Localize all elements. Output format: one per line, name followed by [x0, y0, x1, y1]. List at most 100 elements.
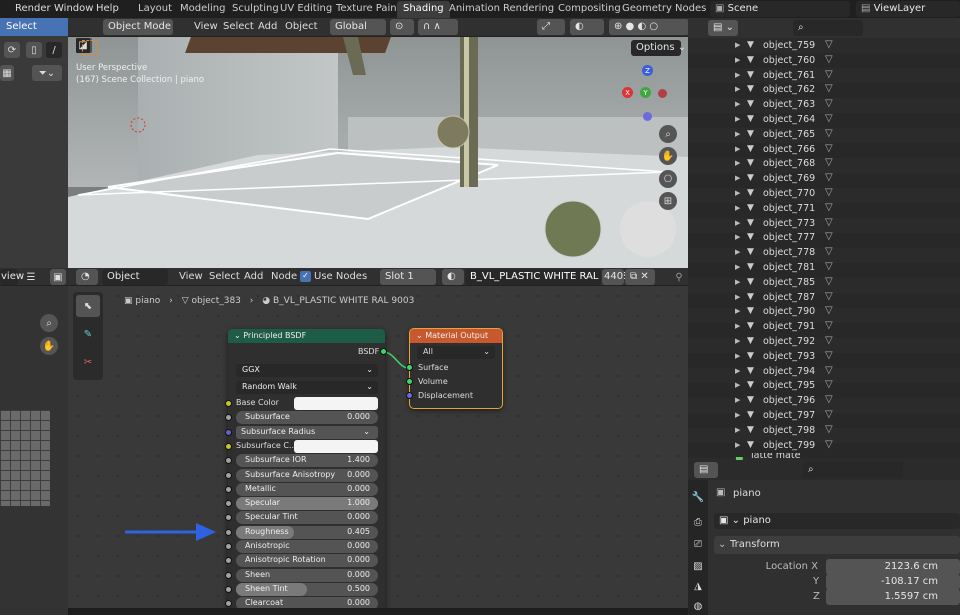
- expand-arrow-icon[interactable]: ▶: [735, 248, 740, 256]
- surface-socket[interactable]: [406, 364, 413, 371]
- mesh-data-icon[interactable]: ▽: [825, 291, 833, 302]
- color-swatch[interactable]: [294, 397, 378, 410]
- mesh-data-icon[interactable]: ▽: [825, 246, 833, 257]
- expand-arrow-icon[interactable]: ▶: [735, 204, 740, 212]
- expand-arrow-icon[interactable]: ▶: [735, 174, 740, 182]
- bsdf-input-socket[interactable]: [225, 571, 232, 579]
- outliner-item[interactable]: ▶ ▼ object_794 ▽: [695, 365, 960, 380]
- node-menu-node[interactable]: Node: [271, 271, 297, 282]
- material-users-count[interactable]: 440: [602, 269, 624, 285]
- gizmo-y-icon[interactable]: Y: [640, 87, 651, 98]
- bsdf-color-field[interactable]: Subsurface C...: [236, 439, 378, 453]
- expand-arrow-icon[interactable]: ▶: [735, 367, 740, 375]
- mesh-data-icon[interactable]: ▽: [825, 365, 833, 376]
- overlay-icon[interactable]: ◐: [570, 19, 604, 35]
- tab-rendering[interactable]: Rendering: [497, 1, 560, 18]
- expand-arrow-icon[interactable]: ▶: [735, 426, 740, 434]
- expand-arrow-icon[interactable]: ▶: [735, 145, 740, 153]
- bsdf-number-field[interactable]: Sheen Tint 0.500: [236, 582, 378, 596]
- menu-help[interactable]: Help: [96, 3, 119, 14]
- pivot-icon[interactable]: ⊙: [390, 19, 414, 35]
- world-tab-icon[interactable]: ◍: [690, 598, 706, 614]
- mesh-data-icon[interactable]: ▽: [825, 39, 833, 50]
- perspective-grid-icon[interactable]: ⊞: [659, 192, 677, 210]
- mesh-data-icon[interactable]: ▽: [825, 113, 833, 124]
- gizmo-neg-x-icon[interactable]: [658, 89, 667, 98]
- expand-arrow-icon[interactable]: ▶: [735, 411, 740, 419]
- use-nodes-checkbox[interactable]: ✓: [300, 271, 311, 282]
- outliner-item[interactable]: ▶ ▼ object_764 ▽: [695, 113, 960, 128]
- outliner-item[interactable]: ▶ ▼ object_765 ▽: [695, 128, 960, 143]
- bsdf-header[interactable]: ⌄ Principled BSDF: [228, 329, 385, 343]
- material-name-field[interactable]: B_VL_PLASTIC WHITE RAL 9003: [465, 269, 627, 285]
- filter-icon[interactable]: ⏷⌄: [32, 65, 62, 81]
- transform-orientation-dropdown[interactable]: Global: [330, 19, 386, 35]
- gizmo-x-icon[interactable]: X: [622, 87, 633, 98]
- cut-links-icon[interactable]: ✂: [76, 351, 100, 373]
- image-pan-icon[interactable]: ✋: [40, 337, 58, 355]
- expand-arrow-icon[interactable]: ▶: [735, 278, 740, 286]
- bsdf-vector-dropdown[interactable]: Subsurface Radius ⌄: [236, 425, 378, 439]
- bsdf-input-socket[interactable]: [225, 528, 232, 536]
- mesh-data-icon[interactable]: ▽: [825, 409, 833, 420]
- mesh-data-icon[interactable]: ▽: [825, 143, 833, 154]
- expand-arrow-icon[interactable]: ▶: [735, 337, 740, 345]
- expand-arrow-icon[interactable]: ▶: [735, 71, 740, 79]
- slot-dropdown[interactable]: Slot 1: [380, 269, 436, 285]
- transform-panel-header[interactable]: ⌄ Transform: [714, 536, 960, 554]
- expand-arrow-icon[interactable]: ▶: [735, 233, 740, 241]
- outliner-item[interactable]: ▶ ▼ object_798 ▽: [695, 424, 960, 439]
- volume-socket[interactable]: [406, 378, 413, 385]
- displacement-socket[interactable]: [406, 392, 413, 399]
- mesh-data-icon[interactable]: ▽: [825, 83, 833, 94]
- mesh-data-icon[interactable]: ▽: [825, 320, 833, 331]
- mesh-data-icon[interactable]: ▽: [825, 157, 833, 168]
- expand-arrow-icon[interactable]: ▶: [735, 41, 740, 49]
- mesh-data-icon[interactable]: ▽: [825, 276, 833, 287]
- bsdf-collapse-icon[interactable]: ⌄: [234, 331, 243, 340]
- scene-tab-icon[interactable]: ◮: [690, 578, 706, 594]
- gizmo-neg-z-icon[interactable]: [643, 112, 652, 121]
- expand-arrow-icon[interactable]: ▶: [735, 293, 740, 301]
- mesh-data-icon[interactable]: ▽: [825, 128, 833, 139]
- node-menu-add[interactable]: Add: [244, 271, 263, 282]
- outliner-item[interactable]: ▶ ▼ object_761 ▽: [695, 69, 960, 84]
- menu-render[interactable]: Render: [15, 3, 51, 14]
- outliner-item[interactable]: ▶ ▼ object_781 ▽: [695, 261, 960, 276]
- scene-selector[interactable]: ▣ Scene: [710, 1, 850, 17]
- outliner-item[interactable]: ▶ ▼ object_773 ▽: [695, 217, 960, 232]
- outliner-item[interactable]: ▶ ▼ object_797 ▽: [695, 409, 960, 424]
- material-copy-delete-icons[interactable]: ⧉ ✕: [625, 269, 655, 285]
- outliner-item[interactable]: ▶ ▼ object_792 ▽: [695, 335, 960, 350]
- mesh-data-icon[interactable]: ▽: [825, 335, 833, 346]
- snap-icon[interactable]: ∩ ∧: [418, 19, 458, 35]
- mesh-data-icon[interactable]: ▽: [825, 187, 833, 198]
- view-layer-selector[interactable]: ▤ ViewLayer: [856, 1, 960, 17]
- outliner-item[interactable]: ▶ ▼ object_770 ▽: [695, 187, 960, 202]
- outliner-item[interactable]: ▶ ▼ object_769 ▽: [695, 172, 960, 187]
- outliner-item[interactable]: ▶ ▼ object_787 ▽: [695, 291, 960, 306]
- editor-shader-type-icon[interactable]: ◔: [76, 269, 98, 285]
- output-tab-icon[interactable]: ⎚: [690, 536, 706, 552]
- outliner-item[interactable]: ▶ ▼ object_777 ▽: [695, 231, 960, 246]
- bsdf-number-field[interactable]: Metallic 0.000: [236, 482, 378, 496]
- mesh-data-icon[interactable]: ▽: [825, 261, 833, 272]
- mesh-data-icon[interactable]: ▽: [825, 202, 833, 213]
- expand-arrow-icon[interactable]: ▶: [735, 307, 740, 315]
- sidebar-toggle-icon[interactable]: ▣: [50, 269, 66, 285]
- annotate-icon[interactable]: ✎: [76, 323, 100, 345]
- expand-arrow-icon[interactable]: ▶: [735, 381, 740, 389]
- expand-arrow-icon[interactable]: ▶: [735, 189, 740, 197]
- select-mode-header[interactable]: Select: [0, 18, 68, 36]
- tab-modeling[interactable]: Modeling: [174, 1, 232, 18]
- viewport-3d[interactable]: ⬚ ■ ▣ ◧ ◩ ◪ User Perspective (167) Scene…: [68, 37, 688, 268]
- camera-icon[interactable]: ⎔: [659, 170, 677, 188]
- bsdf-input-socket[interactable]: [225, 428, 232, 436]
- node-select-tool-icon[interactable]: ⬉: [76, 295, 100, 317]
- location-y-field[interactable]: -108.17 cm: [826, 574, 960, 590]
- render-tab-icon[interactable]: ⎙: [690, 514, 706, 530]
- mesh-data-icon[interactable]: ▽: [825, 172, 833, 183]
- subsurface-method-dropdown[interactable]: Random Walk ⌄: [236, 381, 378, 394]
- mesh-data-icon[interactable]: ▽: [825, 439, 833, 450]
- expand-arrow-icon[interactable]: ▶: [735, 441, 740, 449]
